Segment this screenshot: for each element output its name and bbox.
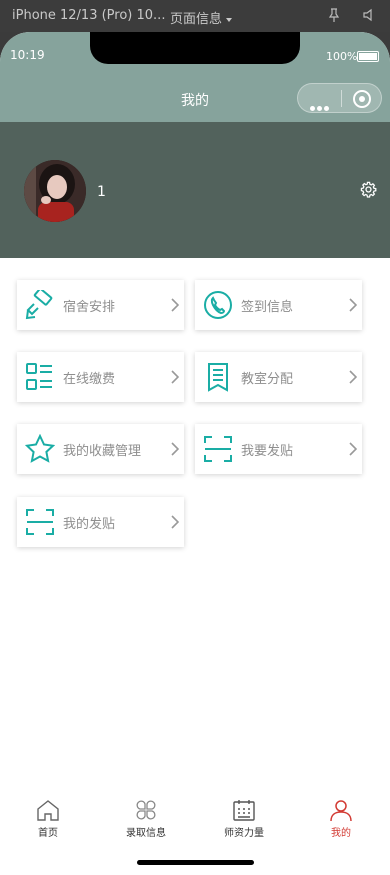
- tab-admission-info[interactable]: 录取信息: [106, 798, 186, 839]
- mini-program-capsule: [297, 83, 382, 113]
- user-icon: [330, 800, 352, 822]
- home-icon: [37, 800, 59, 821]
- avatar[interactable]: [24, 160, 86, 222]
- page-info-menu[interactable]: 页面信息: [170, 8, 233, 27]
- chevron-right-icon: [171, 298, 179, 312]
- menu-label: 签到信息: [241, 300, 294, 315]
- calendar-icon: [233, 800, 255, 821]
- chevron-right-icon: [171, 515, 179, 529]
- profile-header: 1: [0, 122, 390, 258]
- scan-icon: [204, 436, 232, 462]
- menu-card-classroom[interactable]: 教室分配: [195, 352, 362, 402]
- menu-label: 在线缴费: [63, 372, 116, 387]
- tab-faculty[interactable]: 师资力量: [204, 798, 284, 839]
- username: 1: [97, 184, 106, 200]
- tab-home[interactable]: 首页: [8, 798, 88, 839]
- clover-icon: [136, 800, 156, 820]
- chevron-right-icon: [349, 298, 357, 312]
- star-icon: [25, 434, 55, 463]
- chevron-right-icon: [171, 442, 179, 456]
- device-selector[interactable]: iPhone 12/13 (Pro) 10...: [12, 8, 165, 23]
- pin-icon[interactable]: [327, 7, 341, 23]
- menu-label: 我的发贴: [63, 517, 116, 532]
- menu-label: 教室分配: [241, 372, 294, 387]
- tab-bar: 首页 录取信息 师资力量 我的: [0, 782, 390, 842]
- chevron-right-icon: [349, 442, 357, 456]
- menu-card-post[interactable]: 我要发贴: [195, 424, 362, 474]
- menu-card-favorites[interactable]: 我的收藏管理: [17, 424, 184, 474]
- status-time: 10:19: [10, 48, 45, 62]
- tab-label: 首页: [38, 828, 58, 839]
- chevron-right-icon: [171, 370, 179, 384]
- settings-gear-icon[interactable]: [360, 181, 377, 198]
- phone-screen: 10:19 100% 我的 1 宿舍安排 签到信息 在线缴费 教室分配 我的收藏…: [0, 32, 390, 875]
- tab-mine[interactable]: 我的: [301, 798, 381, 839]
- notch: [90, 32, 300, 64]
- navigation-header: 10:19 100% 我的: [0, 32, 390, 122]
- volume-icon[interactable]: [362, 7, 376, 23]
- chevron-right-icon: [349, 370, 357, 384]
- menu-card-my-posts[interactable]: 我的发贴: [17, 497, 184, 547]
- more-icon[interactable]: [310, 96, 331, 115]
- list-icon: [26, 363, 52, 390]
- tab-label: 我的: [331, 828, 351, 839]
- battery-icon: [357, 51, 379, 62]
- page-info-label: 页面信息: [170, 12, 223, 27]
- menu-label: 我要发贴: [241, 444, 294, 459]
- simulator-toolbar: iPhone 12/13 (Pro) 10... 页面信息: [0, 0, 390, 32]
- menu-label: 我的收藏管理: [63, 444, 142, 459]
- phone-icon: [204, 291, 232, 319]
- tab-label: 录取信息: [126, 828, 166, 839]
- tab-label: 师资力量: [224, 828, 264, 839]
- document-icon: [208, 363, 228, 392]
- scan-icon: [26, 509, 54, 535]
- roller-icon: [25, 290, 53, 320]
- close-target-icon[interactable]: [353, 90, 371, 108]
- battery-percent: 100%: [326, 50, 358, 63]
- menu-card-checkin[interactable]: 签到信息: [195, 280, 362, 330]
- home-indicator: [137, 860, 254, 865]
- menu-card-payment[interactable]: 在线缴费: [17, 352, 184, 402]
- caret-down-icon: [226, 17, 233, 22]
- menu-card-dormitory[interactable]: 宿舍安排: [17, 280, 184, 330]
- menu-label: 宿舍安排: [63, 300, 116, 315]
- capsule-divider: [341, 90, 342, 107]
